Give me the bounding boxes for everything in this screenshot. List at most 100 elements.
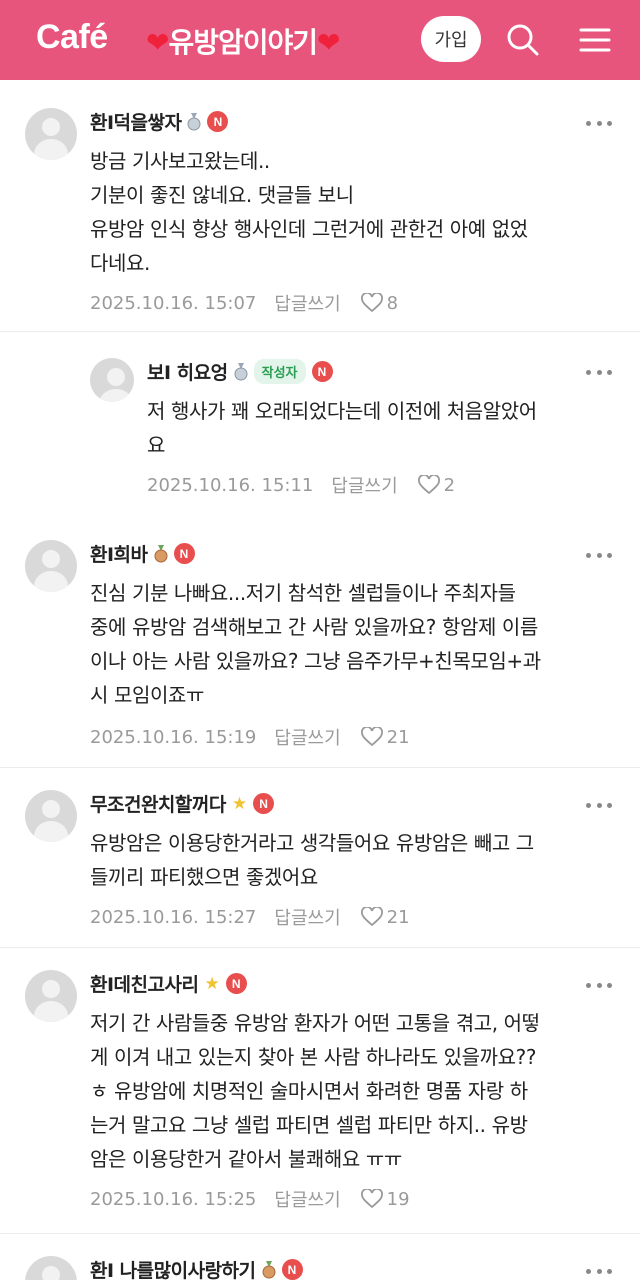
writer-badge: 작성자: [253, 359, 306, 384]
avatar[interactable]: [25, 540, 77, 592]
author-name[interactable]: 무조건완치할꺼다: [90, 790, 226, 817]
comment-text: 유방암은 이용당한거라고 생각들어요 유방암은 빼고 그 들끼리 파티했으면 좋…: [90, 826, 534, 894]
comment-line: 방금 기사보고왔는데..: [90, 149, 270, 173]
comment-line: 중에 유방암 검색해보고 간 사람 있을까요? 항암제 이름: [90, 615, 538, 639]
avatar[interactable]: [25, 108, 77, 160]
new-badge: N: [173, 543, 195, 564]
new-badge: N: [253, 793, 275, 814]
new-badge: N: [311, 361, 333, 382]
heart-outline-icon: [360, 1189, 383, 1209]
new-badge: N: [207, 111, 229, 132]
join-button[interactable]: 가입: [421, 16, 481, 62]
like-count: 21: [386, 906, 410, 928]
more-options-button[interactable]: [586, 795, 612, 815]
comment-author-line: 무조건완치할꺼다 ★ N: [90, 790, 275, 817]
like-button[interactable]: 2: [417, 474, 456, 496]
comment-line: 저기 간 사람들중 유방암 환자가 어떤 고통을 겪고, 어떻: [90, 1011, 540, 1035]
reply-item: 보I 히요엉 작성자 N 저 행사가 꽤 오래되었다는데 이전에 처음알았어 요…: [0, 332, 640, 518]
comment-item: 환I데친고사리 ★ N 저기 간 사람들중 유방암 환자가 어떤 고통을 겪고,…: [0, 948, 640, 1234]
search-icon[interactable]: [505, 22, 541, 58]
comment-line: 시 모임이죠ㅠ: [90, 683, 204, 707]
author-name[interactable]: 환I데친고사리: [90, 970, 199, 997]
like-count: 8: [386, 292, 399, 314]
more-options-button[interactable]: [586, 1261, 612, 1280]
comment-text: 진심 기분 나빠요...저기 참석한 셀럽들이나 주최자들 중에 유방암 검색해…: [90, 576, 541, 712]
author-name[interactable]: 환I덕을쌓자: [90, 108, 182, 135]
comment-date: 2025.10.16. 15:19: [90, 726, 257, 748]
comment-line: 게 이겨 내고 있는지 찾아 본 사람 하나라도 있을까요??: [90, 1045, 537, 1069]
comment-line: 유방암 인식 향상 행사인데 그런거에 관한건 아예 없었: [90, 217, 528, 241]
author-name[interactable]: 보I 히요엉: [147, 358, 228, 385]
comment-line: 진심 기분 나빠요...저기 참석한 셀럽들이나 주최자들: [90, 581, 516, 605]
heart-icon: ❤: [317, 26, 340, 59]
comment-line: 기분이 좋진 않네요. 댓글들 보니: [90, 183, 354, 207]
reply-button[interactable]: 답글쓰기: [274, 290, 340, 316]
hamburger-menu-icon[interactable]: [577, 22, 613, 58]
comment-author-line: 환I데친고사리 ★ N: [90, 970, 247, 997]
more-options-button[interactable]: [586, 545, 612, 565]
author-name[interactable]: 환I희바: [90, 540, 148, 567]
reply-button[interactable]: 답글쓰기: [274, 724, 340, 750]
comment-text: 저 행사가 꽤 오래되었다는데 이전에 처음알았어 요: [147, 394, 537, 462]
comment-line: 이나 아는 사람 있을까요? 그냥 음주가무+친목모임+과: [90, 649, 541, 673]
comment-line: 요: [147, 433, 165, 457]
heart-outline-icon: [360, 727, 383, 747]
reply-button[interactable]: 답글쓰기: [274, 1186, 340, 1212]
avatar[interactable]: [25, 790, 77, 842]
comment-meta: 2025.10.16. 15:27 답글쓰기 21: [90, 904, 410, 930]
comment-author-line: 환I 나를많이사랑하기 N: [90, 1256, 303, 1280]
comment-item: 환I덕을쌓자 N 방금 기사보고왔는데.. 기분이 좋진 않네요. 댓글들 보니…: [0, 80, 640, 332]
comment-text: 방금 기사보고왔는데.. 기분이 좋진 않네요. 댓글들 보니 유방암 인식 향…: [90, 144, 528, 280]
like-button[interactable]: 19: [360, 1188, 410, 1210]
bronze-medal-icon: [154, 544, 168, 562]
heart-outline-icon: [360, 907, 383, 927]
comment-author-line: 환I덕을쌓자 N: [90, 108, 229, 135]
reply-button[interactable]: 답글쓰기: [274, 904, 340, 930]
star-icon: ★: [231, 793, 248, 814]
silver-medal-icon: [234, 362, 248, 380]
comment-date: 2025.10.16. 15:07: [90, 292, 257, 314]
heart-outline-icon: [360, 293, 383, 313]
more-options-button[interactable]: [586, 113, 612, 133]
comment-line: 유방암은 이용당한거라고 생각들어요 유방암은 빼고 그: [90, 831, 534, 855]
comment-date: 2025.10.16. 15:25: [90, 1188, 257, 1210]
comment-date: 2025.10.16. 15:11: [147, 474, 314, 496]
new-badge: N: [225, 973, 247, 994]
comment-item: 환I 나를많이사랑하기 N: [0, 1234, 640, 1280]
bronze-medal-icon: [262, 1260, 276, 1278]
like-count: 2: [443, 474, 456, 496]
heart-icon: ❤: [146, 26, 169, 59]
comment-line: 는거 말고요 그냥 셀럽 파티면 셀럽 파티만 하지.. 유방: [90, 1113, 528, 1137]
comment-author-line: 환I희바 N: [90, 540, 195, 567]
avatar[interactable]: [90, 358, 134, 402]
silver-medal-icon: [187, 112, 201, 130]
more-options-button[interactable]: [586, 975, 612, 995]
comment-date: 2025.10.16. 15:27: [90, 906, 257, 928]
like-button[interactable]: 21: [360, 906, 410, 928]
comment-line: ㅎ 유방암에 치명적인 술마시면서 화려한 명품 자랑 하: [90, 1079, 528, 1103]
comment-meta: 2025.10.16. 15:19 답글쓰기 21: [90, 724, 410, 750]
cafe-name-label: 유방암이야기: [168, 26, 318, 59]
author-name[interactable]: 환I 나를많이사랑하기: [90, 1256, 256, 1280]
cafe-title[interactable]: ❤유방암이야기❤: [146, 21, 341, 61]
like-count: 21: [386, 726, 410, 748]
cafe-logo[interactable]: Café: [36, 18, 108, 57]
new-badge: N: [281, 1259, 303, 1280]
comment-meta: 2025.10.16. 15:11 답글쓰기 2: [147, 472, 455, 498]
comment-text: 저기 간 사람들중 유방암 환자가 어떤 고통을 겪고, 어떻 게 이겨 내고 …: [90, 1006, 540, 1176]
comment-item: 무조건완치할꺼다 ★ N 유방암은 이용당한거라고 생각들어요 유방암은 빼고 …: [0, 768, 640, 948]
avatar[interactable]: [25, 970, 77, 1022]
more-options-button[interactable]: [586, 362, 612, 382]
comment-meta: 2025.10.16. 15:07 답글쓰기 8: [90, 290, 398, 316]
heart-outline-icon: [417, 475, 440, 495]
like-count: 19: [386, 1188, 410, 1210]
comment-meta: 2025.10.16. 15:25 답글쓰기 19: [90, 1186, 410, 1212]
reply-button[interactable]: 답글쓰기: [331, 472, 397, 498]
comment-author-line: 보I 히요엉 작성자 N: [147, 358, 333, 385]
comment-line: 다네요.: [90, 251, 150, 275]
avatar[interactable]: [25, 1256, 77, 1280]
like-button[interactable]: 21: [360, 726, 410, 748]
comment-line: 들끼리 파티했으면 좋겠어요: [90, 865, 318, 889]
like-button[interactable]: 8: [360, 292, 399, 314]
comment-list: 환I덕을쌓자 N 방금 기사보고왔는데.. 기분이 좋진 않네요. 댓글들 보니…: [0, 80, 640, 1280]
